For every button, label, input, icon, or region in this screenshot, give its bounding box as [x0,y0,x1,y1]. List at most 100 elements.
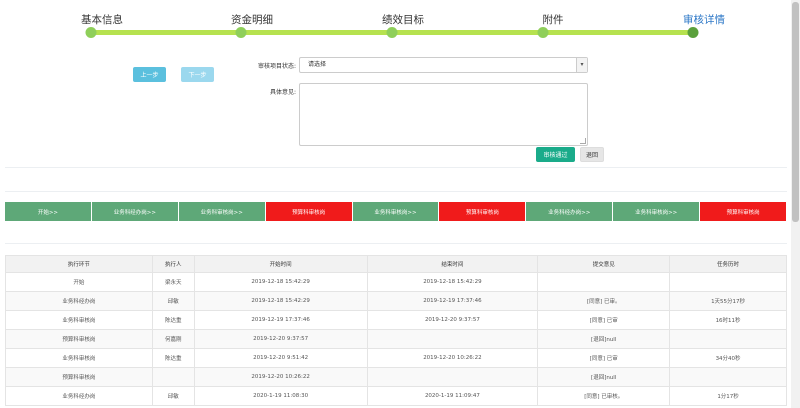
chevron-down-icon[interactable]: ▾ [576,58,587,72]
table-cell: 业务科经办岗 [5,386,153,406]
table-cell [366,367,539,387]
table-row: 业务科经办岗 邱敏 2019-12-18 15:42:29 2019-12-19… [5,291,787,311]
table-row: 开始 梁永天 2019-12-18 15:42:29 2019-12-18 15… [5,272,787,292]
table-cell [151,367,195,387]
table-cell [537,272,671,292]
status-label: 审核项目状态: [257,63,296,70]
flow-node-label: 开始>> [37,209,59,216]
status-select-value: 请选择 [308,61,327,68]
table-cell: 邱敏 [151,291,195,311]
flow-node-label: 业务科经办岗>> [548,209,591,216]
flow-node-5[interactable]: 业务科审核岗>> [352,202,440,221]
flow-node-9[interactable]: 预算科审核岗 [700,202,788,221]
flow-node-label: 业务科审核岗>> [200,209,243,216]
column-header: 结束时间 [366,255,539,273]
flow-node-6[interactable]: 预算科审核岗 [439,202,527,221]
column-header: 执行人 [151,255,195,273]
table-cell: 2019-12-18 15:42:29 [193,291,368,311]
flow-node-label: 业务科审核岗>> [374,209,417,216]
table-row: 预算科审核岗 2019-12-20 10:26:22 [退回]null [5,367,787,387]
table-cell [669,367,787,387]
column-header: 提交意见 [537,255,671,273]
divider [5,167,787,168]
opinion-label: 具体意见: [269,89,296,96]
table-row: 预算科审核岗 何嘉刚 2019-12-20 9:37:57 [退回]null [5,329,787,349]
flow-node-label: 预算科审核岗 [726,209,760,216]
flow-node-label: 预算科审核岗 [465,209,499,216]
table-cell: 2019-12-19 17:37:46 [366,291,539,311]
table-cell: 预算科审核岗 [5,367,153,387]
return-button[interactable]: 退回 [580,147,604,162]
table-cell [669,272,787,292]
table-row: 业务科经办岗 邱敏 2020-1-19 11:08:30 2020-1-19 1… [5,386,787,406]
table-cell [669,329,787,349]
approval-flow-bar: 开始>> 业务科经办岗>> 业务科审核岗>> 预算科审核岗 业务科审核岗>> 预… [5,202,788,221]
audit-log-table: 执行环节 执行人 开始时间 结束时间 提交意见 任务历时 开始 梁永天 2019… [5,255,787,406]
flow-node-7[interactable]: 业务科经办岗>> [526,202,614,221]
prev-step-button[interactable]: 上一步 [133,67,166,82]
table-cell: [退回]null [537,329,671,349]
table-header-row: 执行环节 执行人 开始时间 结束时间 提交意见 任务历时 [5,255,787,273]
table-cell: 邱敏 [151,386,195,406]
divider [5,243,787,244]
column-header: 开始时间 [193,255,368,273]
table-cell: 16时11秒 [669,310,787,330]
table-cell: 陈达重 [151,348,195,368]
flow-node-3[interactable]: 业务科审核岗>> [178,202,266,221]
flow-node-8[interactable]: 业务科审核岗>> [613,202,701,221]
column-header: 任务历时 [669,255,787,273]
table-row: 业务科审核岗 陈达重 2019-12-20 9:51:42 2019-12-20… [5,348,787,368]
step-dot-1[interactable] [85,27,97,38]
table-cell: 1分17秒 [669,386,787,406]
scrollbar-thumb[interactable] [792,2,799,222]
column-header: 执行环节 [5,255,153,273]
step-label-basic-info[interactable]: 基本信息 [81,12,123,27]
table-cell: 2020-1-19 11:09:47 [366,386,539,406]
table-cell: 业务科经办岗 [5,291,153,311]
table-cell: 预算科审核岗 [5,329,153,349]
step-dot-2[interactable] [235,27,247,38]
table-cell: 2019-12-20 10:26:22 [366,348,539,368]
flow-node-2[interactable]: 业务科经办岗>> [91,202,179,221]
next-step-button[interactable]: 下一步 [181,67,214,82]
step-dot-5[interactable] [687,27,699,38]
table-cell: 34分40秒 [669,348,787,368]
vertical-scrollbar[interactable] [791,0,800,408]
table-cell: 2019-12-19 17:37:46 [193,310,368,330]
divider [5,191,787,192]
table-cell: 开始 [5,272,153,292]
step-label-audit-detail[interactable]: 审核详情 [683,12,725,27]
table-cell: 何嘉刚 [151,329,195,349]
table-cell [366,329,539,349]
table-cell: 2019-12-20 9:37:57 [193,329,368,349]
flow-node-label: 业务科审核岗>> [635,209,678,216]
table-cell: [同意] 已审 [537,348,671,368]
step-dot-4[interactable] [537,27,549,38]
table-cell: 陈达重 [151,310,195,330]
opinion-textarea[interactable] [299,83,588,146]
step-label-attachment[interactable]: 附件 [543,12,564,27]
table-cell: [同意] 已审 [537,310,671,330]
table-cell: 2019-12-20 9:37:57 [366,310,539,330]
step-label-performance-goal[interactable]: 绩效目标 [382,12,424,27]
resize-handle-icon[interactable] [580,138,586,144]
table-cell: 业务科审核岗 [5,348,153,368]
table-cell: 2019-12-20 10:26:22 [193,367,368,387]
flow-node-4[interactable]: 预算科审核岗 [265,202,353,221]
table-cell: 1天55分17秒 [669,291,787,311]
table-row: 业务科审核岗 陈达重 2019-12-19 17:37:46 2019-12-2… [5,310,787,330]
flow-node-label: 预算科审核岗 [292,209,326,216]
step-label-fund-detail[interactable]: 资金明细 [231,12,273,27]
table-cell: 2019-12-18 15:42:29 [366,272,539,292]
table-cell: [退回]null [537,367,671,387]
step-dot-3[interactable] [386,27,398,38]
table-cell: 业务科审核岗 [5,310,153,330]
table-cell: 梁永天 [151,272,195,292]
table-cell: 2020-1-19 11:08:30 [193,386,368,406]
table-cell: 2019-12-18 15:42:29 [193,272,368,292]
status-select[interactable]: 请选择 ▾ [299,57,588,73]
flow-node-1[interactable]: 开始>> [5,202,92,221]
table-cell: [同意] 已审。 [537,291,671,311]
flow-node-label: 业务科经办岗>> [113,209,156,216]
approve-button[interactable]: 审核通过 [536,147,575,162]
